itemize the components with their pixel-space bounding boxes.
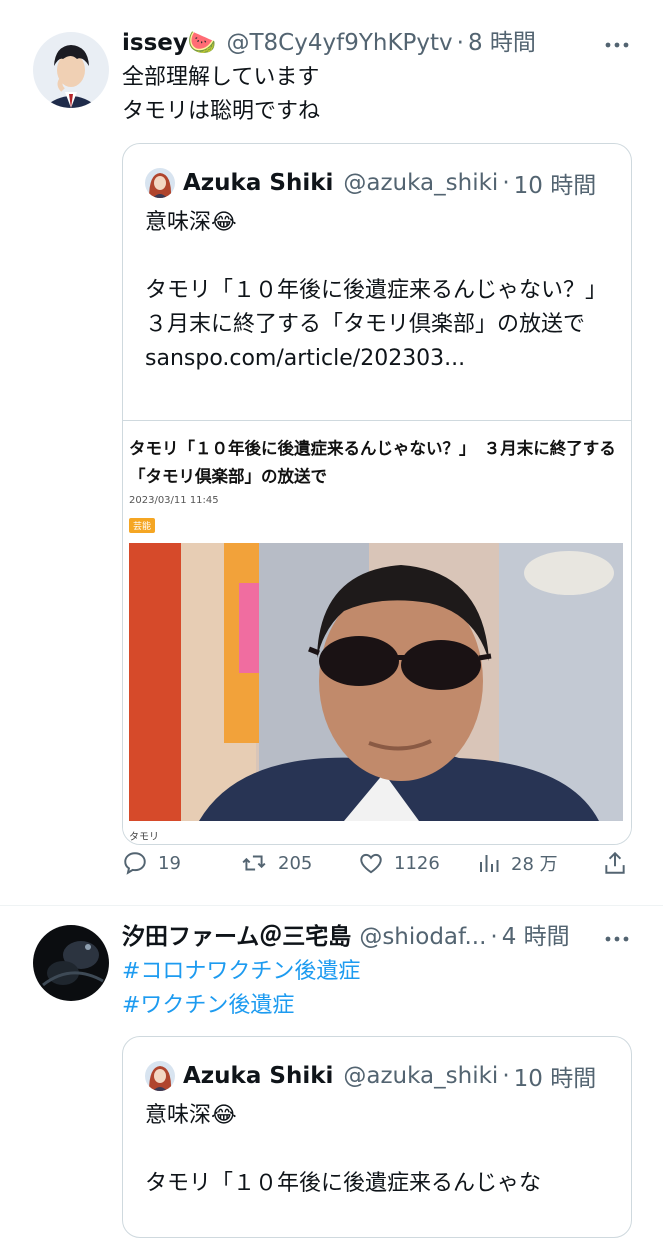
link-card[interactable]: タモリ「１０年後に後遺症来るんじゃない？」 ３月末に終了する「タモリ倶楽部」の放… xyxy=(123,420,631,844)
tweet-text: 全部理解しています タモリは聡明ですね xyxy=(122,61,320,129)
avatar[interactable] xyxy=(33,925,109,1001)
tweet-text: #コロナワクチン後遺症 #ワクチン後遺症 xyxy=(122,955,360,1023)
hashtag-link[interactable]: #コロナワクチン後遺症 xyxy=(122,955,360,989)
separator-dot: · xyxy=(502,1063,510,1089)
reply-icon xyxy=(124,852,146,875)
tweet-text-line: タモリは聡明ですね xyxy=(122,99,321,124)
tweet-header: issey🍉 @T8Cy4yf9YhKPytv · 8 時間 xyxy=(122,28,536,58)
quote-header: Azuka Shiki @azuka_shiki · 10 時間 xyxy=(145,166,596,200)
user-handle[interactable]: @T8Cy4yf9YhKPytv xyxy=(227,28,453,58)
tweet-text-line: 全部理解しています xyxy=(122,65,320,90)
share-button[interactable] xyxy=(602,850,638,876)
quote-avatar[interactable] xyxy=(145,168,175,198)
card-date: 2023/03/11 11:45 xyxy=(129,495,219,506)
views-button[interactable]: 28 万 xyxy=(477,850,558,876)
card-title: タモリ「１０年後に後遺症来るんじゃない？」 ３月末に終了する「タモリ倶楽部」の放… xyxy=(129,439,616,486)
card-photo-caption: タモリ xyxy=(129,832,159,843)
quote-text: 意味深😂 タモリ「１０年後に後遺症来るんじゃな xyxy=(145,1103,542,1196)
like-count: 1126 xyxy=(394,852,440,874)
display-name[interactable]: 汐田ファーム＠三宅島 xyxy=(122,922,351,952)
retweet-button[interactable]: 205 xyxy=(240,850,312,876)
retweet-icon xyxy=(242,855,266,871)
like-button[interactable]: 1126 xyxy=(358,850,440,876)
user-handle[interactable]: @shiodaf... xyxy=(359,922,486,952)
quote-display-name[interactable]: Azuka Shiki xyxy=(183,170,333,196)
quote-avatar[interactable] xyxy=(145,1061,175,1091)
tweet-header: 汐田ファーム＠三宅島 @shiodaf... · 4 時間 xyxy=(122,922,570,952)
hashtag-link[interactable]: #ワクチン後遺症 xyxy=(122,989,360,1023)
separator-dot: · xyxy=(502,170,510,196)
reply-button[interactable]: 19 xyxy=(122,850,181,876)
quote-timestamp[interactable]: 10 時間 xyxy=(514,1059,597,1093)
avatar[interactable] xyxy=(33,32,109,108)
quote-header: Azuka Shiki @azuka_shiki · 10 時間 xyxy=(145,1059,596,1093)
separator-dot: · xyxy=(456,30,464,56)
tweet[interactable]: 汐田ファーム＠三宅島 @shiodaf... · 4 時間 #コロナワクチン後遺… xyxy=(0,906,663,1238)
retweet-count: 205 xyxy=(278,852,313,874)
action-bar: 19 205 1126 28 万 xyxy=(122,850,632,890)
quote-display-name[interactable]: Azuka Shiki xyxy=(183,1063,333,1089)
quote-user-handle[interactable]: @azuka_shiki xyxy=(343,1063,498,1089)
quote-tweet[interactable]: Azuka Shiki @azuka_shiki · 10 時間 意味深😂 タモ… xyxy=(122,1036,632,1238)
timestamp[interactable]: 8 時間 xyxy=(468,28,536,58)
display-name[interactable]: issey🍉 xyxy=(122,28,217,58)
quote-text: 意味深😂 タモリ「１０年後に後遺症来るんじゃない？」 ３月末に終了する「タモリ倶… xyxy=(145,210,597,371)
share-icon xyxy=(605,851,625,874)
quote-timestamp[interactable]: 10 時間 xyxy=(514,166,597,200)
views-count: 28 万 xyxy=(511,854,558,875)
reply-count: 19 xyxy=(158,852,181,874)
quote-user-handle[interactable]: @azuka_shiki xyxy=(343,170,498,196)
views-icon xyxy=(480,855,499,872)
separator-dot: · xyxy=(490,924,498,950)
more-options-button[interactable] xyxy=(602,924,632,954)
more-options-button[interactable] xyxy=(602,30,632,60)
more-icon xyxy=(605,42,629,48)
like-icon xyxy=(360,853,382,874)
quote-tweet[interactable]: Azuka Shiki @azuka_shiki · 10 時間 意味深😂 タモ… xyxy=(122,143,632,845)
tweet[interactable]: issey🍉 @T8Cy4yf9YhKPytv · 8 時間 全部理解しています… xyxy=(0,0,663,905)
timestamp[interactable]: 4 時間 xyxy=(502,922,570,952)
more-icon xyxy=(605,936,629,942)
card-category-badge: 芸能 xyxy=(129,518,156,533)
card-photo xyxy=(129,543,623,821)
